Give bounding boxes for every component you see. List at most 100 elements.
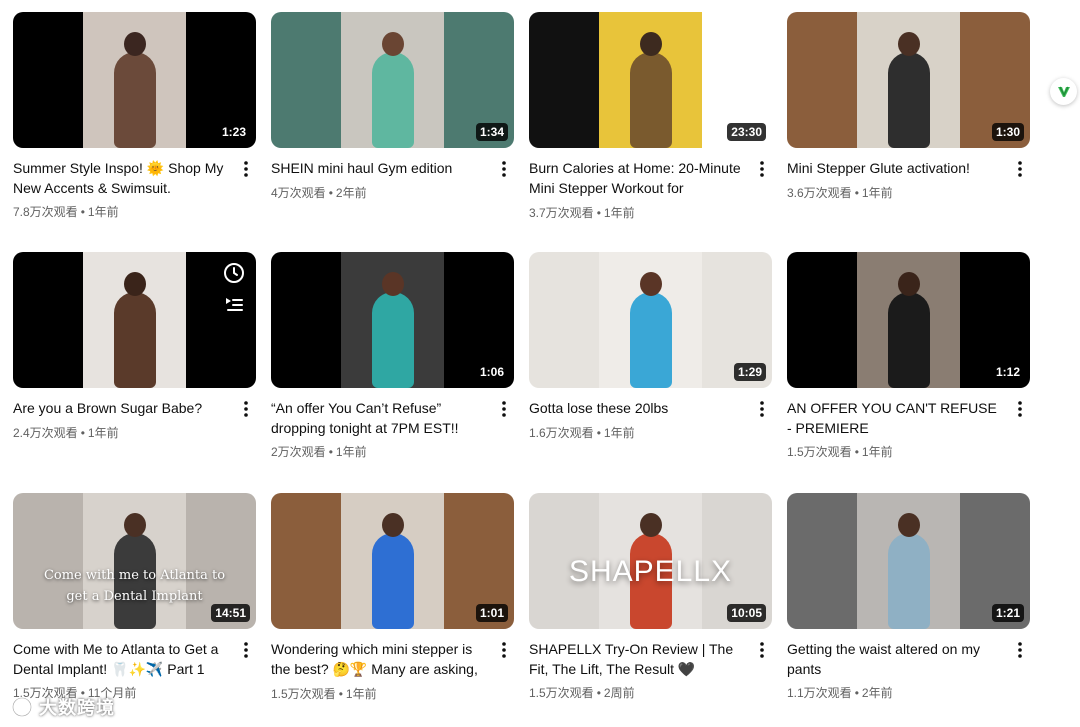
video-title[interactable]: Burn Calories at Home: 20-Minute Mini St… <box>529 159 744 199</box>
video-title[interactable]: AN OFFER YOU CAN'T REFUSE - PREMIERE <box>787 399 1002 438</box>
video-card[interactable]: 1:23 Summer Style Inspo! 🌞 Shop My New A… <box>13 12 256 222</box>
thumbnail-scene <box>83 252 186 388</box>
video-card[interactable]: Are you a Brown Sugar Babe? 2.4万次观看 • 1年前 <box>13 252 256 461</box>
video-meta: AN OFFER YOU CAN'T REFUSE - PREMIERE 1.5… <box>787 399 1030 461</box>
video-meta: “An offer You Can’t Refuse” dropping ton… <box>271 399 514 461</box>
upload-age: 1年前 <box>335 445 367 459</box>
video-duration-badge: 23:30 <box>727 123 766 141</box>
separator-dot: • <box>80 425 85 440</box>
video-thumbnail[interactable]: 1:12 <box>787 252 1030 388</box>
video-thumbnail[interactable]: 1:21 <box>787 493 1030 629</box>
video-thumbnail[interactable]: 1:34 <box>271 12 514 148</box>
add-to-queue-icon[interactable] <box>222 292 246 316</box>
extension-badge-icon[interactable] <box>1050 78 1077 105</box>
video-stats: 1.5万次观看 • 2周前 <box>529 684 744 702</box>
video-thumbnail[interactable]: 1:23 <box>13 12 256 148</box>
video-card[interactable]: 1:21 Getting the waist altered on my pan… <box>787 493 1030 703</box>
more-actions-icon[interactable] <box>496 399 512 419</box>
video-title[interactable]: “An offer You Can’t Refuse” dropping ton… <box>271 399 486 438</box>
thumbnail-person <box>113 52 156 148</box>
upload-age: 1年前 <box>861 445 893 459</box>
video-card[interactable]: 1:34 SHEIN mini haul Gym edition 4万次观看 • 2… <box>271 12 514 222</box>
more-actions-icon[interactable] <box>1012 159 1028 179</box>
more-actions-icon[interactable] <box>238 159 254 179</box>
more-actions-icon[interactable] <box>238 399 254 419</box>
video-card[interactable]: SHAPELLX 10:05 SHAPELLX Try-On Review | … <box>529 493 772 703</box>
video-meta: Are you a Brown Sugar Babe? 2.4万次观看 • 1年前 <box>13 399 256 442</box>
more-actions-icon[interactable] <box>496 159 512 179</box>
video-title[interactable]: Gotta lose these 20lbs <box>529 399 744 419</box>
video-meta: Getting the waist altered on my pants 1.… <box>787 640 1030 702</box>
video-stats: 3.7万次观看 • 1年前 <box>529 204 744 222</box>
view-count: 4万次观看 <box>271 185 326 200</box>
more-actions-icon[interactable] <box>1012 640 1028 660</box>
separator-dot: • <box>328 185 333 200</box>
view-count: 1.5万次观看 <box>787 445 852 459</box>
more-actions-icon[interactable] <box>754 399 770 419</box>
video-title[interactable]: SHEIN mini haul Gym edition <box>271 159 486 179</box>
upload-age: 1年前 <box>861 185 893 200</box>
thumbnail-person <box>629 292 672 388</box>
view-count: 7.8万次观看 <box>13 205 78 219</box>
watermark: 大数跨境 <box>10 694 115 720</box>
video-card[interactable]: Come with me to Atlanta to get a Dental … <box>13 493 256 703</box>
video-card[interactable]: 1:29 Gotta lose these 20lbs 1.6万次观看 • 1年前 <box>529 252 772 461</box>
video-title[interactable]: Summer Style Inspo! 🌞 Shop My New Accent… <box>13 159 228 198</box>
video-meta: Burn Calories at Home: 20-Minute Mini St… <box>529 159 772 222</box>
thumbnail-backdrop-left <box>13 252 83 388</box>
thumbnail-backdrop-left <box>529 252 599 388</box>
video-duration-badge: 1:12 <box>991 363 1024 381</box>
video-card[interactable]: 1:01 Wondering which mini stepper is the… <box>271 493 514 703</box>
more-actions-icon[interactable] <box>238 640 254 660</box>
more-actions-icon[interactable] <box>754 640 770 660</box>
video-card[interactable]: 1:30 Mini Stepper Glute activation! 3.6万… <box>787 12 1030 222</box>
thumbnail-backdrop-left <box>271 493 341 629</box>
thumbnail-person <box>371 533 414 629</box>
video-duration-badge: 1:23 <box>217 123 250 141</box>
video-thumbnail[interactable]: 23:30 <box>529 12 772 148</box>
video-title[interactable]: SHAPELLX Try-On Review | The Fit, The Li… <box>529 640 744 679</box>
video-title[interactable]: Getting the waist altered on my pants <box>787 640 1002 679</box>
video-thumbnail[interactable] <box>13 252 256 388</box>
thumbnail-backdrop-left <box>271 252 341 388</box>
separator-dot: • <box>596 206 601 220</box>
video-title[interactable]: Are you a Brown Sugar Babe? <box>13 399 228 419</box>
video-title[interactable]: Come with Me to Atlanta to Get a Dental … <box>13 640 228 679</box>
view-count: 3.7万次观看 <box>529 206 594 220</box>
video-card[interactable]: 1:12 AN OFFER YOU CAN'T REFUSE - PREMIER… <box>787 252 1030 461</box>
upload-age: 1年前 <box>87 205 119 219</box>
more-actions-icon[interactable] <box>1012 399 1028 419</box>
thumbnail-scene <box>341 12 444 148</box>
watermark-logo-icon <box>11 696 33 718</box>
watch-later-icon[interactable] <box>222 261 246 285</box>
thumbnail-scene <box>599 252 702 388</box>
video-thumbnail[interactable]: 1:29 <box>529 252 772 388</box>
thumbnail-person <box>113 292 156 388</box>
video-thumbnail[interactable]: 1:06 <box>271 252 514 388</box>
video-title[interactable]: Wondering which mini stepper is the best… <box>271 640 486 680</box>
video-thumbnail[interactable]: 1:01 <box>271 493 514 629</box>
view-count: 2.4万次观看 <box>13 425 78 440</box>
more-actions-icon[interactable] <box>754 159 770 179</box>
video-card[interactable]: 23:30 Burn Calories at Home: 20-Minute M… <box>529 12 772 222</box>
video-title[interactable]: Mini Stepper Glute activation! <box>787 159 1002 179</box>
thumbnail-person-head <box>381 513 404 537</box>
video-card[interactable]: 1:06 “An offer You Can’t Refuse” droppin… <box>271 252 514 461</box>
thumbnail-person <box>371 292 414 388</box>
thumbnail-scene <box>341 493 444 629</box>
thumbnail-scene <box>83 12 186 148</box>
upload-age: 1年前 <box>603 206 635 220</box>
more-actions-icon[interactable] <box>496 640 512 660</box>
separator-dot: • <box>854 445 859 459</box>
video-thumbnail[interactable]: SHAPELLX 10:05 <box>529 493 772 629</box>
thumbnail-brand-text: SHAPELLX <box>568 555 733 588</box>
video-meta: SHEIN mini haul Gym edition 4万次观看 • 2年前 <box>271 159 514 202</box>
video-stats: 2.4万次观看 • 1年前 <box>13 424 228 442</box>
video-thumbnail[interactable]: Come with me to Atlanta to get a Dental … <box>13 493 256 629</box>
thumbnail-person <box>371 52 414 148</box>
thumbnail-person <box>629 52 672 148</box>
thumbnail-person-head <box>897 272 920 296</box>
separator-dot: • <box>80 205 85 219</box>
video-thumbnail[interactable]: 1:30 <box>787 12 1030 148</box>
video-meta: Come with Me to Atlanta to Get a Dental … <box>13 640 256 702</box>
